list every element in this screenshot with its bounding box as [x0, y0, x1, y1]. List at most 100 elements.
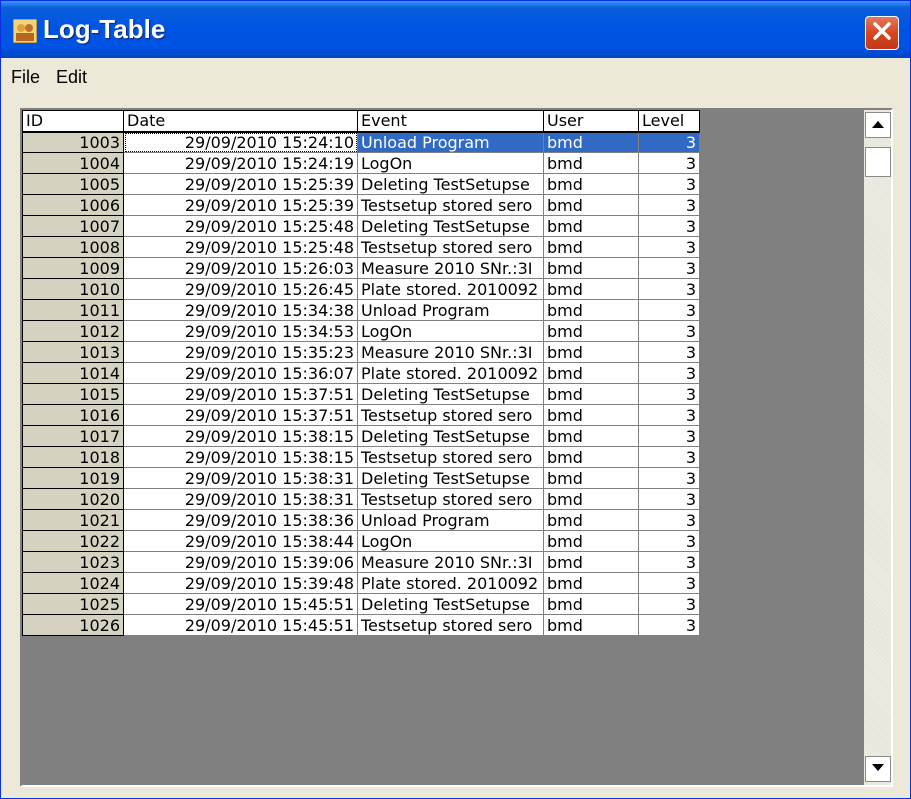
level-cell[interactable]: 3 — [638, 131, 700, 153]
event-cell[interactable]: LogOn — [357, 320, 544, 342]
table-row[interactable]: 1014 29/09/2010 15:36:07 Plate stored. 201… — [22, 362, 700, 384]
date-cell[interactable]: 29/09/2010 15:38:15 — [123, 425, 358, 447]
date-cell[interactable]: 29/09/2010 15:45:51 — [123, 614, 358, 636]
menu-edit[interactable]: Edit — [56, 67, 87, 88]
level-cell[interactable]: 3 — [638, 509, 700, 531]
table-row[interactable]: 1022 29/09/2010 15:38:44 LogOn bmd 3 — [22, 530, 700, 552]
title-bar[interactable]: Log-Table — [1, 1, 910, 58]
table-row[interactable]: 1024 29/09/2010 15:39:48 Plate stored. 201… — [22, 572, 700, 594]
row-id-cell[interactable]: 1012 — [22, 320, 124, 342]
user-cell[interactable]: bmd — [543, 572, 639, 594]
user-cell[interactable]: bmd — [543, 320, 639, 342]
scroll-thumb[interactable] — [865, 147, 891, 177]
level-cell[interactable]: 3 — [638, 299, 700, 321]
column-header-id[interactable]: ID — [22, 110, 124, 133]
table-row[interactable]: 1015 29/09/2010 15:37:51 Deleting TestSetu… — [22, 383, 700, 405]
date-cell[interactable]: 29/09/2010 15:25:39 — [123, 194, 358, 216]
table-row[interactable]: 1006 29/09/2010 15:25:39 Testsetup stored … — [22, 194, 700, 216]
level-cell[interactable]: 3 — [638, 152, 700, 174]
date-cell[interactable]: 29/09/2010 15:24:19 — [123, 152, 358, 174]
column-header-date[interactable]: Date — [123, 110, 358, 133]
date-cell[interactable]: 29/09/2010 15:24:10 — [123, 131, 358, 153]
table-row[interactable]: 1021 29/09/2010 15:38:36 Unload Program bmd… — [22, 509, 700, 531]
level-cell[interactable]: 3 — [638, 362, 700, 384]
level-cell[interactable]: 3 — [638, 320, 700, 342]
event-cell[interactable]: Testsetup stored sero — [357, 194, 544, 216]
date-cell[interactable]: 29/09/2010 15:34:53 — [123, 320, 358, 342]
event-cell[interactable]: Unload Program — [357, 299, 544, 321]
user-cell[interactable]: bmd — [543, 362, 639, 384]
column-header-user[interactable]: User — [543, 110, 639, 133]
scroll-up-button[interactable] — [865, 112, 891, 138]
user-cell[interactable]: bmd — [543, 404, 639, 426]
event-cell[interactable]: Plate stored. 2010092 — [357, 362, 544, 384]
log-table-app-icon[interactable] — [12, 18, 38, 44]
level-cell[interactable]: 3 — [638, 425, 700, 447]
level-cell[interactable]: 3 — [638, 488, 700, 510]
user-cell[interactable]: bmd — [543, 467, 639, 489]
date-cell[interactable]: 29/09/2010 15:25:48 — [123, 215, 358, 237]
date-cell[interactable]: 29/09/2010 15:25:39 — [123, 173, 358, 195]
event-cell[interactable]: Testsetup stored sero — [357, 488, 544, 510]
table-row[interactable]: 1018 29/09/2010 15:38:15 Testsetup stored … — [22, 446, 700, 468]
row-id-cell[interactable]: 1010 — [22, 278, 124, 300]
event-cell[interactable]: Plate stored. 2010092 — [357, 278, 544, 300]
event-cell[interactable]: Deleting TestSetupse — [357, 215, 544, 237]
table-row[interactable]: 1020 29/09/2010 15:38:31 Testsetup stored … — [22, 488, 700, 510]
row-id-cell[interactable]: 1020 — [22, 488, 124, 510]
level-cell[interactable]: 3 — [638, 215, 700, 237]
table-row[interactable]: 1005 29/09/2010 15:25:39 Deleting TestSetu… — [22, 173, 700, 195]
user-cell[interactable]: bmd — [543, 614, 639, 636]
table-row[interactable]: 1025 29/09/2010 15:45:51 Deleting TestSetu… — [22, 593, 700, 615]
row-id-cell[interactable]: 1003 — [22, 131, 124, 153]
row-id-cell[interactable]: 1009 — [22, 257, 124, 279]
user-cell[interactable]: bmd — [543, 509, 639, 531]
row-id-cell[interactable]: 1008 — [22, 236, 124, 258]
date-cell[interactable]: 29/09/2010 15:37:51 — [123, 383, 358, 405]
user-cell[interactable]: bmd — [543, 194, 639, 216]
level-cell[interactable]: 3 — [638, 446, 700, 468]
row-id-cell[interactable]: 1011 — [22, 299, 124, 321]
row-id-cell[interactable]: 1021 — [22, 509, 124, 531]
user-cell[interactable]: bmd — [543, 530, 639, 552]
row-id-cell[interactable]: 1022 — [22, 530, 124, 552]
user-cell[interactable]: bmd — [543, 488, 639, 510]
user-cell[interactable]: bmd — [543, 299, 639, 321]
level-cell[interactable]: 3 — [638, 404, 700, 426]
table-row[interactable]: 1003 29/09/2010 15:24:10 Unload Program bmd… — [22, 131, 700, 153]
level-cell[interactable]: 3 — [638, 572, 700, 594]
level-cell[interactable]: 3 — [638, 467, 700, 489]
date-cell[interactable]: 29/09/2010 15:45:51 — [123, 593, 358, 615]
user-cell[interactable]: bmd — [543, 236, 639, 258]
column-header-level[interactable]: Level — [638, 110, 700, 133]
event-cell[interactable]: Deleting TestSetupse — [357, 383, 544, 405]
table-row[interactable]: 1017 29/09/2010 15:38:15 Deleting TestSetu… — [22, 425, 700, 447]
date-cell[interactable]: 29/09/2010 15:38:15 — [123, 446, 358, 468]
date-cell[interactable]: 29/09/2010 15:26:45 — [123, 278, 358, 300]
date-cell[interactable]: 29/09/2010 15:37:51 — [123, 404, 358, 426]
table-row[interactable]: 1026 29/09/2010 15:45:51 Testsetup stored … — [22, 614, 700, 636]
user-cell[interactable]: bmd — [543, 173, 639, 195]
date-cell[interactable]: 29/09/2010 15:36:07 — [123, 362, 358, 384]
date-cell[interactable]: 29/09/2010 15:39:06 — [123, 551, 358, 573]
row-id-cell[interactable]: 1013 — [22, 341, 124, 363]
row-id-cell[interactable]: 1005 — [22, 173, 124, 195]
level-cell[interactable]: 3 — [638, 341, 700, 363]
row-id-cell[interactable]: 1017 — [22, 425, 124, 447]
event-cell[interactable]: Testsetup stored sero — [357, 404, 544, 426]
event-cell[interactable]: Deleting TestSetupse — [357, 425, 544, 447]
user-cell[interactable]: bmd — [543, 278, 639, 300]
level-cell[interactable]: 3 — [638, 530, 700, 552]
event-cell[interactable]: LogOn — [357, 530, 544, 552]
level-cell[interactable]: 3 — [638, 173, 700, 195]
user-cell[interactable]: bmd — [543, 152, 639, 174]
level-cell[interactable]: 3 — [638, 236, 700, 258]
table-row[interactable]: 1008 29/09/2010 15:25:48 Testsetup stored … — [22, 236, 700, 258]
vertical-scrollbar[interactable] — [864, 110, 891, 785]
event-cell[interactable]: Deleting TestSetupse — [357, 593, 544, 615]
level-cell[interactable]: 3 — [638, 614, 700, 636]
row-id-cell[interactable]: 1006 — [22, 194, 124, 216]
table-row[interactable]: 1007 29/09/2010 15:25:48 Deleting TestSetu… — [22, 215, 700, 237]
date-cell[interactable]: 29/09/2010 15:38:31 — [123, 488, 358, 510]
event-cell[interactable]: Deleting TestSetupse — [357, 173, 544, 195]
